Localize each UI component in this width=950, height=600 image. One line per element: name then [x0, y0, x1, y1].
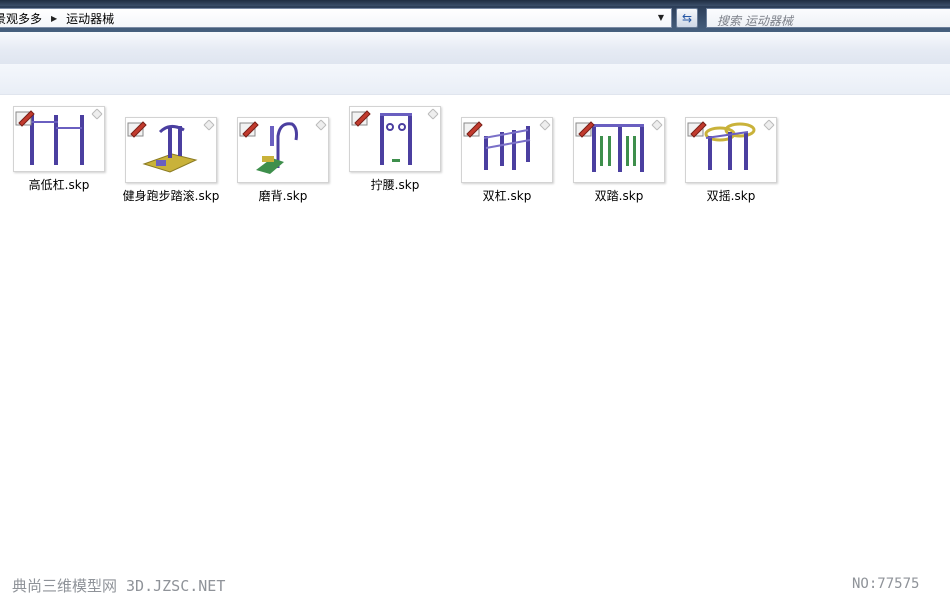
sketchup-file-icon	[463, 121, 483, 138]
column-header-band	[0, 64, 950, 95]
file-item[interactable]: 拧腰.skp	[345, 106, 445, 193]
address-bar[interactable]: 景观多多 ▶ 运动器械 ▼	[0, 8, 672, 28]
address-dropdown-icon[interactable]: ▼	[655, 12, 667, 24]
file-item[interactable]: 双杠.skp	[457, 117, 557, 204]
parallel-bars-thumbnail	[461, 117, 553, 183]
search-placeholder: 搜索 运动器械	[717, 14, 793, 28]
file-name: 拧腰.skp	[370, 178, 420, 192]
file-list-view[interactable]: 高低杠.skp 健身跑步踏滚.skp 磨背.skp 拧腰.skp 双杠.skp …	[0, 95, 950, 600]
refresh-button[interactable]: ⇆	[676, 8, 698, 28]
file-item[interactable]: 高低杠.skp	[9, 106, 109, 193]
refresh-icon: ⇆	[681, 11, 693, 25]
file-name: 双踏.skp	[594, 189, 644, 203]
double-wheel-thumbnail	[685, 117, 777, 183]
sketchup-file-icon	[15, 110, 35, 127]
file-name: 双摇.skp	[706, 189, 756, 203]
treadmill-thumbnail	[125, 117, 217, 183]
back-massager-thumbnail	[237, 117, 329, 183]
file-name: 双杠.skp	[482, 189, 532, 203]
sketchup-file-icon	[127, 121, 147, 138]
file-name: 健身跑步踏滚.skp	[122, 189, 220, 203]
file-item[interactable]: 双摇.skp	[681, 117, 781, 204]
breadcrumb-item[interactable]: 运动器械	[66, 10, 114, 27]
file-item[interactable]: 双踏.skp	[569, 117, 669, 204]
file-name: 磨背.skp	[258, 189, 308, 203]
double-stepper-thumbnail	[573, 117, 665, 183]
watermark-number: NO:77575	[852, 576, 920, 592]
file-name: 高低杠.skp	[28, 178, 90, 192]
watermark-site: 典尚三维模型网 3D.JZSC.NET	[12, 577, 226, 595]
sketchup-file-icon	[239, 121, 259, 138]
search-input[interactable]: 搜索 运动器械	[706, 8, 950, 28]
address-bar-row: 景观多多 ▶ 运动器械 ▼ ⇆ 搜索 运动器械	[0, 6, 950, 32]
file-item[interactable]: 健身跑步踏滚.skp	[121, 117, 221, 204]
waist-twister-thumbnail	[349, 106, 441, 172]
file-item[interactable]: 磨背.skp	[233, 117, 333, 204]
toolbar	[0, 32, 950, 65]
sketchup-file-icon	[687, 121, 707, 138]
breadcrumb-separator-icon[interactable]: ▶	[51, 14, 57, 23]
sketchup-file-icon	[575, 121, 595, 138]
sketchup-file-icon	[351, 110, 371, 127]
breadcrumb-item[interactable]: 景观多多	[0, 10, 42, 27]
high-low-bars-thumbnail	[13, 106, 105, 172]
